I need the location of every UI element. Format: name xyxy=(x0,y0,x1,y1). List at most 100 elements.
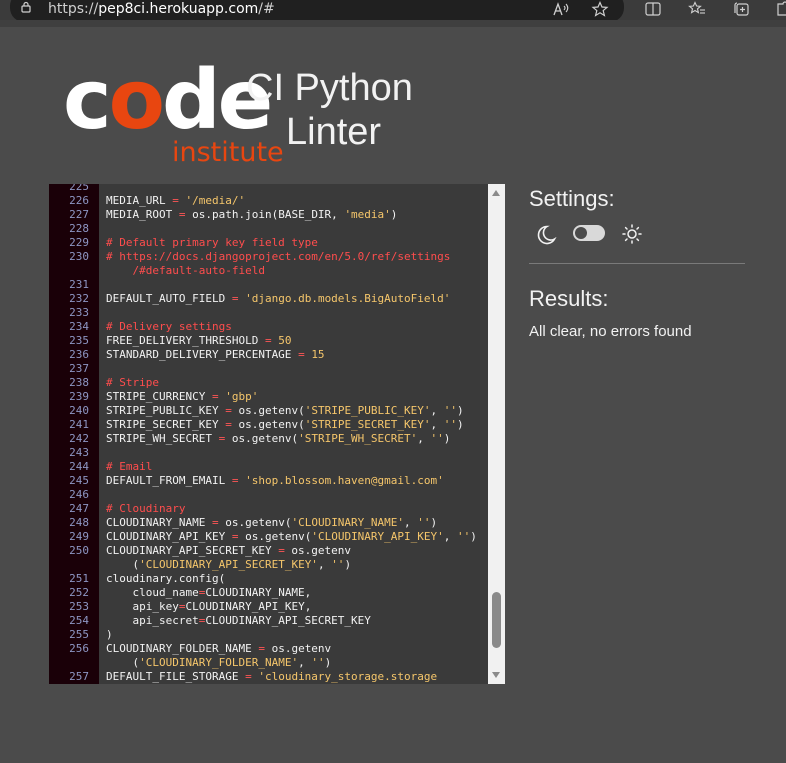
code-token: = xyxy=(172,194,179,207)
code-line[interactable]: 229 # Default primary key field type xyxy=(49,236,489,250)
code-token: # Default primary key field type xyxy=(106,236,318,249)
code-token: DEFAULT_AUTO_FIELD xyxy=(106,292,232,305)
line-number: 247 xyxy=(69,502,89,515)
code-line[interactable]: 250 CLOUDINARY_API_SECRET_KEY = os.getenv xyxy=(49,544,489,558)
code-token: 'media' xyxy=(344,208,391,221)
line-number: 232 xyxy=(69,292,89,305)
code-token: 'gbp' xyxy=(225,390,259,403)
code-line[interactable]: 253 api_key=CLOUDINARY_API_KEY, xyxy=(49,600,489,614)
code-token: 'STRIPE_WH_SECRET' xyxy=(298,432,418,445)
collections-icon[interactable] xyxy=(732,1,750,17)
line-number: 237 xyxy=(69,362,89,375)
code-line[interactable]: 245 DEFAULT_FROM_EMAIL = 'shop.blossom.ha… xyxy=(49,474,489,488)
code-line[interactable]: 247 # Cloudinary xyxy=(49,502,489,516)
favorites-icon[interactable] xyxy=(688,1,706,17)
code-line[interactable]: 230 # https://docs.djangoproject.com/en/5… xyxy=(49,250,489,264)
sun-icon[interactable] xyxy=(622,224,642,244)
code-token: cloudinary.config( xyxy=(106,572,226,585)
line-code: STRIPE_SECRET_KEY = os.getenv('STRIPE_SE… xyxy=(106,418,464,432)
read-aloud-icon[interactable] xyxy=(552,1,570,17)
code-line[interactable]: 239 STRIPE_CURRENCY = 'gbp' xyxy=(49,390,489,404)
code-token: CLOUDINARY_API_KEY, xyxy=(185,600,312,613)
code-line[interactable]: 237 xyxy=(49,362,489,376)
line-number: 228 xyxy=(69,222,89,235)
code-token: # Cloudinary xyxy=(106,502,186,515)
code-token: # Delivery settings xyxy=(106,320,232,333)
code-line[interactable]: 226 MEDIA_URL = '/media/' xyxy=(49,194,489,208)
code-line[interactable]: 256 CLOUDINARY_FOLDER_NAME = os.getenv xyxy=(49,642,489,656)
line-code: STANDARD_DELIVERY_PERCENTAGE = 15 xyxy=(106,348,325,362)
code-line[interactable]: ('CLOUDINARY_API_SECRET_KEY', '') xyxy=(49,558,489,572)
scroll-down-arrow-icon[interactable] xyxy=(492,672,500,678)
page-title-line2: Linter xyxy=(286,111,382,153)
scrollbar-thumb[interactable] xyxy=(492,592,501,648)
code-token: # https://docs.djangoproject.com/en/5.0/… xyxy=(106,250,451,263)
code-token: 'STRIPE_PUBLIC_KEY' xyxy=(304,404,431,417)
code-line[interactable]: ('CLOUDINARY_FOLDER_NAME', '') xyxy=(49,656,489,670)
code-token: # Email xyxy=(106,460,153,473)
theme-toggle[interactable] xyxy=(573,225,605,241)
code-line[interactable]: 236 STANDARD_DELIVERY_PERCENTAGE = 15 xyxy=(49,348,489,362)
code-line[interactable]: 234 # Delivery settings xyxy=(49,320,489,334)
code-token: ) xyxy=(443,432,451,445)
line-number: 253 xyxy=(69,600,89,613)
code-token: , xyxy=(417,432,431,445)
line-code: CLOUDINARY_API_KEY = os.getenv('CLOUDINA… xyxy=(106,530,477,544)
code-line[interactable]: 225 xyxy=(49,184,489,194)
code-line[interactable]: 227 MEDIA_ROOT = os.path.join(BASE_DIR, '… xyxy=(49,208,489,222)
code-line[interactable]: 233 xyxy=(49,306,489,320)
moon-icon[interactable] xyxy=(535,224,557,246)
line-code: STRIPE_PUBLIC_KEY = os.getenv('STRIPE_PU… xyxy=(106,404,464,418)
code-line[interactable]: 243 xyxy=(49,446,489,460)
code-line[interactable]: 257 DEFAULT_FILE_STORAGE = 'cloudinary_st… xyxy=(49,670,489,684)
code-token: 'CLOUDINARY_API_SECRET_KEY' xyxy=(139,558,318,571)
split-screen-icon[interactable] xyxy=(644,1,662,17)
code-line[interactable]: 255) xyxy=(49,628,489,642)
line-code: # Default primary key field type xyxy=(106,236,318,250)
code-line[interactable]: 228 xyxy=(49,222,489,236)
code-token: STRIPE_WH_SECRET xyxy=(106,432,219,445)
code-line[interactable]: 248 CLOUDINARY_NAME = os.getenv('CLOUDINA… xyxy=(49,516,489,530)
code-token: '' xyxy=(417,516,431,529)
code-token: ) xyxy=(470,530,477,543)
favorite-star-icon[interactable] xyxy=(591,1,609,17)
code-line[interactable]: 240 STRIPE_PUBLIC_KEY = os.getenv('STRIPE… xyxy=(49,404,489,418)
line-number: 244 xyxy=(69,460,89,473)
line-number: 249 xyxy=(69,530,89,543)
line-number: 246 xyxy=(69,488,89,501)
code-token: ( xyxy=(106,656,140,669)
line-number: 245 xyxy=(69,474,89,487)
code-line[interactable]: 235 FREE_DELIVERY_THRESHOLD = 50 xyxy=(49,334,489,348)
code-token: os.getenv( xyxy=(238,530,312,543)
code-line[interactable]: 242 STRIPE_WH_SECRET = os.getenv('STRIPE_… xyxy=(49,432,489,446)
code-line[interactable]: /#default-auto-field xyxy=(49,264,489,278)
code-line[interactable]: 241 STRIPE_SECRET_KEY = os.getenv('STRIPE… xyxy=(49,418,489,432)
code-token: os.getenv( xyxy=(218,516,292,529)
code-token: , xyxy=(404,516,418,529)
line-code: DEFAULT_FILE_STORAGE = 'cloudinary_stora… xyxy=(106,670,437,684)
lock-icon[interactable] xyxy=(20,1,32,13)
code-line[interactable]: 246 xyxy=(49,488,489,502)
line-code: STRIPE_WH_SECRET = os.getenv('STRIPE_WH_… xyxy=(106,432,450,446)
code-line[interactable]: 251 cloudinary.config( xyxy=(49,572,489,586)
extensions-icon[interactable] xyxy=(774,1,786,17)
address-url[interactable]: https://pep8ci.herokuapp.com/# xyxy=(48,0,275,20)
code-token: '' xyxy=(331,558,345,571)
code-line[interactable]: 244 # Email xyxy=(49,460,489,474)
line-code: ) xyxy=(106,628,113,642)
code-line[interactable]: 252 cloud_name=CLOUDINARY_NAME, xyxy=(49,586,489,600)
code-token: = xyxy=(258,642,265,655)
code-line[interactable]: 231 xyxy=(49,278,489,292)
line-code: # Cloudinary xyxy=(106,502,185,516)
code-line[interactable]: 232 DEFAULT_AUTO_FIELD = 'django.db.model… xyxy=(49,292,489,306)
line-code: STRIPE_CURRENCY = 'gbp' xyxy=(106,390,258,404)
code-token: , xyxy=(298,656,312,669)
scroll-up-arrow-icon[interactable] xyxy=(492,190,500,196)
code-editor[interactable]: 225 226 MEDIA_URL = '/media/' 227 MEDIA_ROOT… xyxy=(49,184,505,684)
code-line[interactable]: 254 api_secret=CLOUDINARY_API_SECRET_KEY xyxy=(49,614,489,628)
editor-scrollbar[interactable] xyxy=(488,184,505,684)
code-line[interactable]: 249 CLOUDINARY_API_KEY = os.getenv('CLOUD… xyxy=(49,530,489,544)
code-token: ) xyxy=(390,208,398,221)
line-number: 255 xyxy=(69,628,89,641)
code-line[interactable]: 238 # Stripe xyxy=(49,376,489,390)
